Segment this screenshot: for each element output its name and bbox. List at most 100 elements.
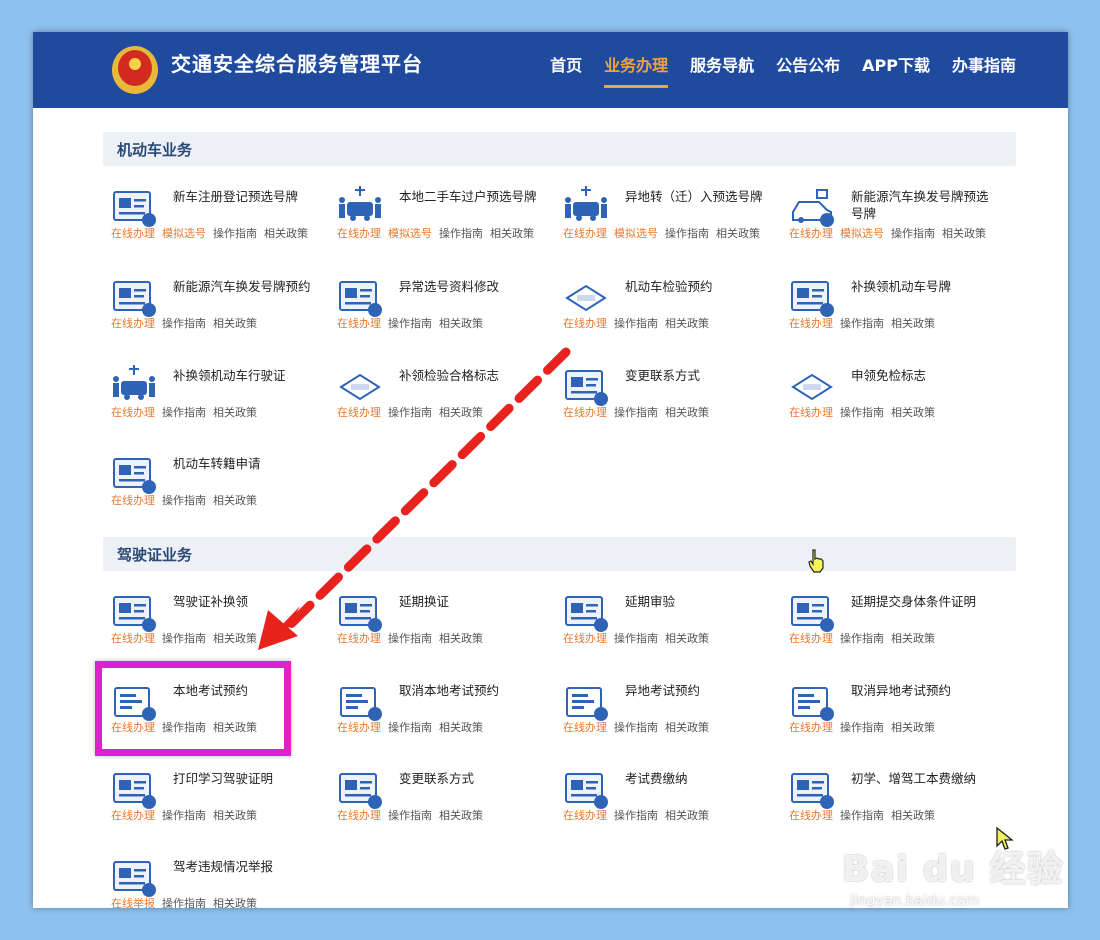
service-name[interactable]: 变更联系方式 xyxy=(399,770,547,787)
online-handle-link[interactable]: 在线办理 xyxy=(111,494,155,507)
guide-link[interactable]: 操作指南 xyxy=(614,406,658,419)
service-name[interactable]: 异地考试预约 xyxy=(625,682,773,699)
simulate-select-link[interactable]: 模拟选号 xyxy=(162,227,206,240)
policy-link[interactable]: 相关政策 xyxy=(264,227,308,240)
policy-link[interactable]: 相关政策 xyxy=(716,227,760,240)
guide-link[interactable]: 操作指南 xyxy=(614,632,658,645)
service-name[interactable]: 初学、增驾工本费缴纳 xyxy=(851,770,999,787)
policy-link[interactable]: 相关政策 xyxy=(439,406,483,419)
online-handle-link[interactable]: 在线办理 xyxy=(337,809,381,822)
policy-link[interactable]: 相关政策 xyxy=(213,897,257,908)
policy-link[interactable]: 相关政策 xyxy=(891,632,935,645)
guide-link[interactable]: 操作指南 xyxy=(162,809,206,822)
nav-handling-guide[interactable]: 办事指南 xyxy=(952,52,1016,88)
service-name[interactable]: 新车注册登记预选号牌 xyxy=(173,188,321,205)
service-name[interactable]: 异常选号资料修改 xyxy=(399,278,547,295)
service-name[interactable]: 取消本地考试预约 xyxy=(399,682,547,699)
guide-link[interactable]: 操作指南 xyxy=(614,721,658,734)
service-name[interactable]: 延期审验 xyxy=(625,593,773,610)
policy-link[interactable]: 相关政策 xyxy=(665,406,709,419)
policy-link[interactable]: 相关政策 xyxy=(439,809,483,822)
service-name[interactable]: 延期换证 xyxy=(399,593,547,610)
online-handle-link[interactable]: 在线办理 xyxy=(789,406,833,419)
online-handle-link[interactable]: 在线办理 xyxy=(337,227,381,240)
service-name[interactable]: 取消异地考试预约 xyxy=(851,682,999,699)
online-report-link[interactable]: 在线举报 xyxy=(111,897,155,908)
service-item[interactable]: 新车注册登记预选号牌 在线办理 模拟选号 操作指南 相关政策 xyxy=(103,182,325,246)
policy-link[interactable]: 相关政策 xyxy=(213,317,257,330)
service-name[interactable]: 驾考违规情况举报 xyxy=(173,858,321,875)
guide-link[interactable]: 操作指南 xyxy=(162,897,206,908)
guide-link[interactable]: 操作指南 xyxy=(162,632,206,645)
online-handle-link[interactable]: 在线办理 xyxy=(337,721,381,734)
service-item[interactable]: 新能源汽车换发号牌预约 在线办理 操作指南 相关政策 xyxy=(103,272,325,336)
online-handle-link[interactable]: 在线办理 xyxy=(563,406,607,419)
guide-link[interactable]: 操作指南 xyxy=(840,721,884,734)
guide-link[interactable]: 操作指南 xyxy=(162,494,206,507)
service-name[interactable]: 机动车转籍申请 xyxy=(173,455,321,472)
nav-service-guide[interactable]: 服务导航 xyxy=(690,52,754,88)
service-item[interactable]: 取消异地考试预约 在线办理 操作指南 相关政策 xyxy=(781,676,1003,740)
nav-home[interactable]: 首页 xyxy=(550,52,582,88)
online-handle-link[interactable]: 在线办理 xyxy=(789,632,833,645)
service-name[interactable]: 驾驶证补换领 xyxy=(173,593,321,610)
service-item[interactable]: 初学、增驾工本费缴纳在线办理 操作指南 相关政策 xyxy=(781,764,1003,828)
service-item[interactable]: 打印学习驾驶证明 在线办理 操作指南 相关政策 xyxy=(103,764,325,828)
online-handle-link[interactable]: 在线办理 xyxy=(111,317,155,330)
policy-link[interactable]: 相关政策 xyxy=(665,632,709,645)
service-item[interactable]: 延期提交身体条件证明 在线办理 操作指南 相关政策 xyxy=(781,587,1003,651)
online-handle-link[interactable]: 在线办理 xyxy=(789,317,833,330)
service-item[interactable]: 异地考试预约 在线办理 操作指南 相关政策 xyxy=(555,676,777,740)
nav-app-download[interactable]: APP下载 xyxy=(862,52,930,88)
policy-link[interactable]: 相关政策 xyxy=(213,494,257,507)
online-handle-link[interactable]: 在线办理 xyxy=(563,809,607,822)
service-item[interactable]: 变更联系方式在线办理 操作指南 相关政策 xyxy=(329,764,551,828)
policy-link[interactable]: 相关政策 xyxy=(490,227,534,240)
policy-link[interactable]: 相关政策 xyxy=(439,721,483,734)
guide-link[interactable]: 操作指南 xyxy=(840,317,884,330)
policy-link[interactable]: 相关政策 xyxy=(891,721,935,734)
guide-link[interactable]: 操作指南 xyxy=(840,809,884,822)
guide-link[interactable]: 操作指南 xyxy=(665,227,709,240)
service-item[interactable]: 机动车检验预约在线办理 操作指南 相关政策 xyxy=(555,272,777,336)
service-item[interactable]: 补换领机动车号牌在线办理 操作指南 相关政策 xyxy=(781,272,1003,336)
guide-link[interactable]: 操作指南 xyxy=(614,317,658,330)
service-item[interactable]: 驾驶证补换领在线办理 操作指南 相关政策 xyxy=(103,587,325,651)
policy-link[interactable]: 相关政策 xyxy=(891,317,935,330)
simulate-select-link[interactable]: 模拟选号 xyxy=(840,227,884,240)
policy-link[interactable]: 相关政策 xyxy=(439,317,483,330)
service-name[interactable]: 机动车检验预约 xyxy=(625,278,773,295)
online-handle-link[interactable]: 在线办理 xyxy=(563,317,607,330)
online-handle-link[interactable]: 在线办理 xyxy=(111,632,155,645)
service-name[interactable]: 异地转（迁）入预选号牌 xyxy=(625,188,773,205)
service-item[interactable]: 异常选号资料修改在线办理 操作指南 相关政策 xyxy=(329,272,551,336)
guide-link[interactable]: 操作指南 xyxy=(891,227,935,240)
guide-link[interactable]: 操作指南 xyxy=(162,406,206,419)
online-handle-link[interactable]: 在线办理 xyxy=(789,809,833,822)
policy-link[interactable]: 相关政策 xyxy=(942,227,986,240)
policy-link[interactable]: 相关政策 xyxy=(891,809,935,822)
service-item[interactable]: 延期审验 在线办理 操作指南 相关政策 xyxy=(555,587,777,651)
online-handle-link[interactable]: 在线办理 xyxy=(563,721,607,734)
service-name[interactable]: 变更联系方式 xyxy=(625,367,773,384)
service-item[interactable]: 考试费缴纳 在线办理 操作指南 相关政策 xyxy=(555,764,777,828)
policy-link[interactable]: 相关政策 xyxy=(665,317,709,330)
service-item[interactable]: 机动车转籍申请在线办理 操作指南 相关政策 xyxy=(103,449,325,513)
guide-link[interactable]: 操作指南 xyxy=(162,317,206,330)
service-item[interactable]: 取消本地考试预约在线办理 操作指南 相关政策 xyxy=(329,676,551,740)
service-name[interactable]: 补换领机动车号牌 xyxy=(851,278,999,295)
service-name[interactable]: 补换领机动车行驶证 xyxy=(173,367,321,384)
online-handle-link[interactable]: 在线办理 xyxy=(111,809,155,822)
service-item[interactable]: 异地转（迁）入预选号牌 在线办理 模拟选号 操作指南 相关政策 xyxy=(555,182,777,246)
guide-link[interactable]: 操作指南 xyxy=(388,632,432,645)
service-name[interactable]: 延期提交身体条件证明 xyxy=(851,593,999,610)
guide-link[interactable]: 操作指南 xyxy=(213,227,257,240)
guide-link[interactable]: 操作指南 xyxy=(388,406,432,419)
guide-link[interactable]: 操作指南 xyxy=(388,317,432,330)
guide-link[interactable]: 操作指南 xyxy=(388,721,432,734)
policy-link[interactable]: 相关政策 xyxy=(213,632,257,645)
policy-link[interactable]: 相关政策 xyxy=(891,406,935,419)
policy-link[interactable]: 相关政策 xyxy=(665,809,709,822)
online-handle-link[interactable]: 在线办理 xyxy=(337,317,381,330)
guide-link[interactable]: 操作指南 xyxy=(388,809,432,822)
